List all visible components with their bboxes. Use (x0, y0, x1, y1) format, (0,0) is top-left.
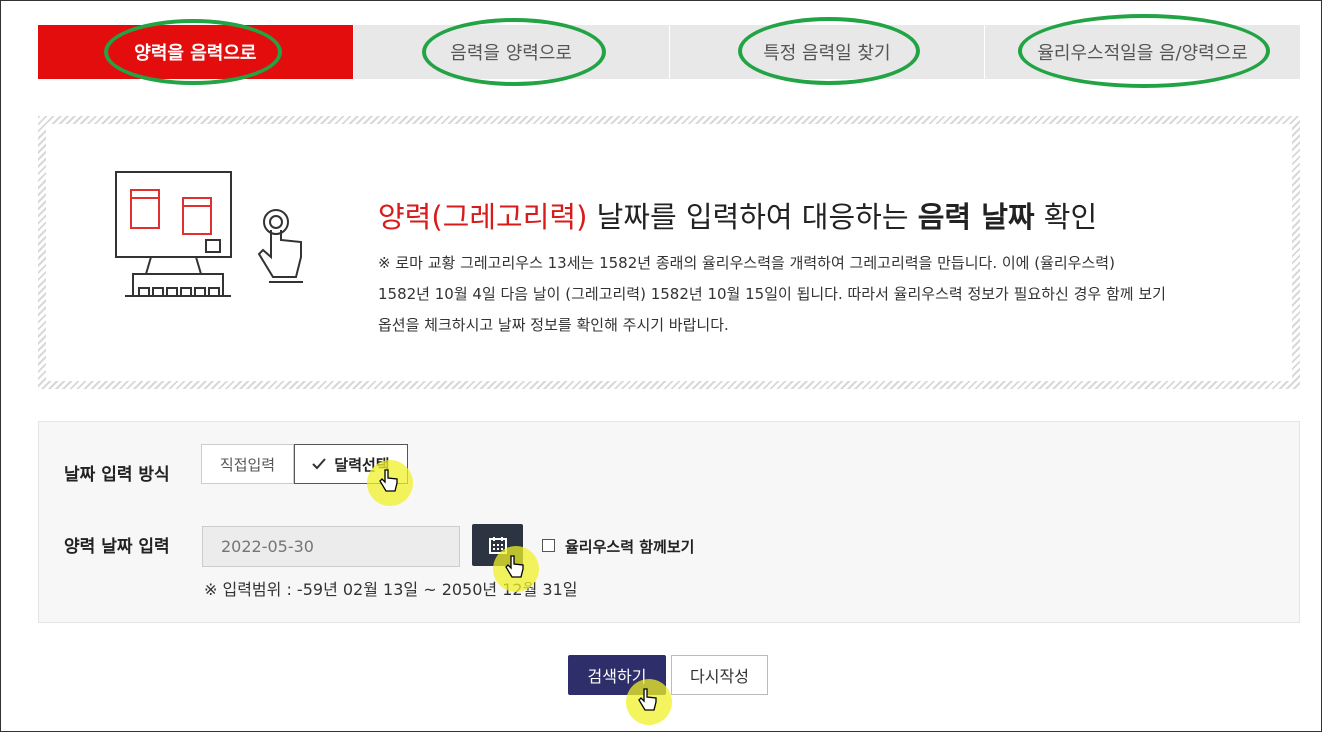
tab-label: 음력을 양력으로 (450, 43, 572, 64)
info-desc-line: 옵션을 체크하시고 날짜 정보를 확인해 주시기 바랍니다. (378, 316, 729, 334)
julian-checkbox[interactable] (542, 539, 555, 552)
info-title: 양력(그레고리력) 날짜를 입력하여 대응하는 음력 날짜 확인 (378, 194, 1097, 236)
tab-lunar-to-solar[interactable]: 음력을 양력으로 (352, 18, 669, 86)
tab-label: 양력을 음력으로 (134, 43, 257, 64)
info-desc-line: 1582년 10월 4일 다음 날이 (그레고리력) 1582년 10월 15일… (378, 285, 1166, 303)
cursor-highlight (493, 546, 539, 592)
cursor-highlight (626, 679, 672, 725)
method-label: 날짜 입력 방식 (64, 465, 170, 485)
info-desc-line: ※ 로마 교황 그레고리우스 13세는 1582년 종래의 율리우스력을 개력하… (378, 254, 1115, 272)
info-box: 양력(그레고리력) 날짜를 입력하여 대응하는 음력 날짜 확인 ※ 로마 교황… (38, 116, 1300, 389)
tab-solar-to-lunar[interactable]: 양력을 음력으로 (38, 19, 353, 85)
date-label: 양력 날짜 입력 (64, 537, 170, 557)
info-title-text: 날짜를 입력하여 대응하는 (587, 200, 918, 234)
julian-checkbox-label[interactable]: 율리우스력 함께보기 (565, 536, 694, 557)
tab-bar: 양력을 음력으로 음력을 양력으로 특정 음력일 찾기 율리우스적일을 음/양력… (38, 14, 1300, 88)
computer-touch-icon (115, 171, 303, 297)
tab-label: 율리우스적일을 음/양력으로 (1037, 43, 1248, 64)
info-title-highlight: 양력(그레고리력) (378, 200, 588, 234)
cursor-highlight (367, 460, 413, 506)
info-box-inner: 양력(그레고리력) 날짜를 입력하여 대응하는 음력 날짜 확인 ※ 로마 교황… (46, 124, 1292, 381)
solar-date-input[interactable] (202, 526, 460, 567)
hand-cursor-icon (638, 688, 657, 711)
info-title-end: 확인 (1034, 200, 1098, 234)
info-description: ※ 로마 교황 그레고리우스 13세는 1582년 종래의 율리우스력을 개력하… (378, 248, 1278, 341)
tab-label: 특정 음력일 찾기 (763, 43, 891, 64)
hand-cursor-icon (379, 469, 398, 492)
check-icon (312, 458, 327, 470)
tab-find-lunar-date[interactable]: 특정 음력일 찾기 (668, 17, 985, 85)
direct-input-option[interactable]: 직접입력 (201, 444, 294, 484)
hand-cursor-icon (505, 555, 524, 578)
tab-julian-day[interactable]: 율리우스적일을 음/양력으로 (984, 14, 1300, 88)
reset-button[interactable]: 다시작성 (671, 655, 768, 695)
info-title-bold: 음력 날짜 (917, 200, 1035, 234)
date-form: 날짜 입력 방식 직접입력 달력선택 양력 날짜 입력 율리우스력 함께보기 ※… (38, 421, 1300, 623)
